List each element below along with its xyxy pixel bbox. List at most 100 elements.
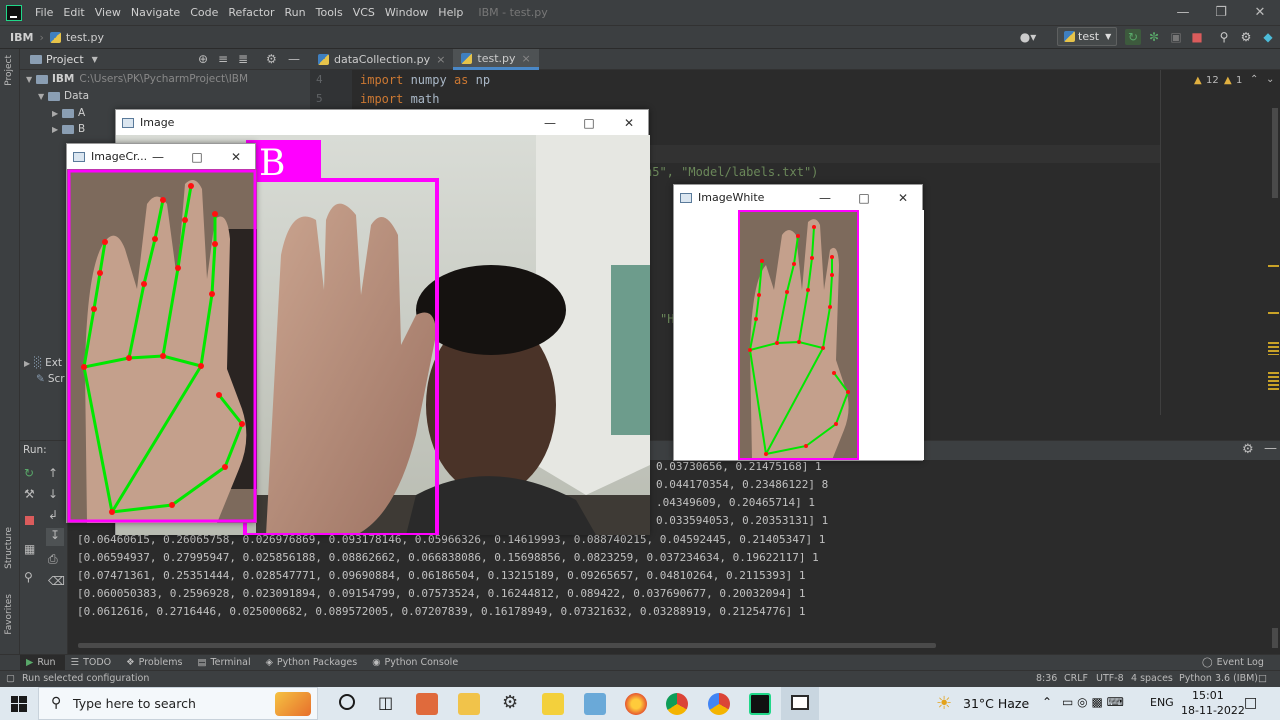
taskbar-search[interactable]: ⚲ Type here to search xyxy=(38,687,318,720)
minimize-icon[interactable]: — xyxy=(141,144,175,169)
run-config-select[interactable]: test ▼ xyxy=(1057,27,1117,46)
weather-text[interactable]: 31°C Haze xyxy=(963,696,1029,711)
up-arrow-icon[interactable]: ↑ xyxy=(48,466,58,480)
maximize-icon[interactable]: □ xyxy=(572,110,606,135)
tooltab-python-console[interactable]: ◉ Python Console xyxy=(366,657,467,668)
close-tab-icon[interactable]: × xyxy=(436,53,445,66)
hide-panel-icon[interactable]: — xyxy=(1264,441,1277,456)
tooltab-terminal[interactable]: ▤ Terminal xyxy=(191,657,259,668)
breadcrumb-file[interactable]: test.py xyxy=(66,31,104,44)
tree-item-scratches[interactable]: ✎ Scr xyxy=(36,371,65,387)
favorites-tool-tab[interactable]: Favorites xyxy=(4,594,14,635)
project-view-selector[interactable]: Project xyxy=(46,53,84,66)
menu-window[interactable]: Window xyxy=(380,6,433,19)
close-tab-icon[interactable]: × xyxy=(522,52,531,65)
warning-icon[interactable]: ▲ xyxy=(1194,75,1202,86)
gear-icon[interactable]: ⚙ xyxy=(266,52,277,66)
maximize-icon[interactable]: □ xyxy=(180,144,214,169)
image-window-titlebar[interactable]: Image — □ ✕ xyxy=(116,110,648,135)
menu-edit[interactable]: Edit xyxy=(58,6,89,19)
sticky-notes-icon[interactable] xyxy=(542,693,564,715)
trash-icon[interactable]: ⌫ xyxy=(48,574,65,588)
search-icon[interactable]: ⚲ xyxy=(1216,29,1232,45)
pin-icon[interactable]: ⚲ xyxy=(24,570,33,584)
minimize-icon[interactable]: — xyxy=(1163,0,1203,25)
tooltab-todo[interactable]: ☰ TODO xyxy=(65,657,121,668)
hide-panel-icon[interactable]: — xyxy=(288,52,300,66)
menu-navigate[interactable]: Navigate xyxy=(126,6,185,19)
coverage-icon[interactable]: ▣ xyxy=(1168,29,1184,45)
clock-time[interactable]: 15:01 xyxy=(1192,689,1224,702)
close-icon[interactable]: ✕ xyxy=(219,144,253,169)
debug-icon[interactable]: ✼ xyxy=(1146,29,1162,45)
active-app-highlight[interactable] xyxy=(781,687,819,720)
media-player-icon[interactable] xyxy=(416,693,438,715)
tab-datacollection[interactable]: dataCollection.py × xyxy=(310,49,453,70)
settings-gear-icon[interactable]: ⚙ xyxy=(1238,29,1254,45)
gear-icon[interactable]: ⚙ xyxy=(1242,442,1254,457)
chevron-up-icon[interactable]: ⌃ xyxy=(1042,695,1052,709)
firefox-icon[interactable] xyxy=(625,693,647,715)
chevron-down-icon[interactable]: ▼ xyxy=(92,55,98,64)
lock-icon[interactable]: □ xyxy=(1258,673,1267,684)
settings-gear-icon[interactable]: ⚙ xyxy=(502,692,518,713)
restore-icon[interactable]: ❐ xyxy=(1201,0,1241,25)
expand-all-icon[interactable]: ≡ xyxy=(218,52,228,66)
soft-wrap-icon[interactable]: ↲ xyxy=(48,508,58,522)
tooltab-python-packages[interactable]: ◈ Python Packages xyxy=(260,657,367,668)
tree-item-data[interactable]: ▼ Data xyxy=(38,88,89,104)
scroll-to-end-icon[interactable]: ↧ xyxy=(46,528,64,546)
image-white-window-titlebar[interactable]: ImageWhite — □ ✕ xyxy=(674,185,922,210)
editor-scrollbar[interactable] xyxy=(1272,108,1278,198)
rerun-icon[interactable]: ↻ xyxy=(1125,29,1141,45)
interpreter[interactable]: Python 3.6 (IBM) xyxy=(1179,673,1258,684)
close-icon[interactable]: ✕ xyxy=(1240,0,1280,25)
menu-run[interactable]: Run xyxy=(280,6,311,19)
maximize-icon[interactable]: □ xyxy=(847,185,881,210)
close-icon[interactable]: ✕ xyxy=(612,110,646,135)
panel-toggle-icon[interactable]: ▢ xyxy=(6,673,15,684)
weak-warning-icon[interactable]: ▲ xyxy=(1224,75,1232,86)
menu-vcs[interactable]: VCS xyxy=(348,6,380,19)
tree-item-b[interactable]: ▶ B xyxy=(52,121,85,137)
menu-file[interactable]: File xyxy=(30,6,58,19)
wrench-icon[interactable]: ⚒ xyxy=(24,487,35,501)
cortana-icon[interactable] xyxy=(339,694,355,710)
user-icon[interactable]: ●▾ xyxy=(1020,29,1037,45)
app-icon[interactable] xyxy=(584,693,606,715)
project-tool-tab[interactable]: Project xyxy=(4,55,14,86)
stop-icon[interactable] xyxy=(25,516,34,525)
console-hscrollbar[interactable] xyxy=(78,643,936,648)
clock-date[interactable]: 18-11-2022 xyxy=(1181,704,1245,717)
file-explorer-icon[interactable] xyxy=(458,693,480,715)
menu-tools[interactable]: Tools xyxy=(311,6,348,19)
indent-setting[interactable]: 4 spaces xyxy=(1131,673,1173,684)
line-separator[interactable]: CRLF xyxy=(1064,673,1088,684)
tree-item-external[interactable]: ▶ ░ Ext xyxy=(24,355,62,371)
minimize-icon[interactable]: — xyxy=(808,185,842,210)
file-encoding[interactable]: UTF-8 xyxy=(1096,673,1124,684)
tooltab-problems[interactable]: ❖ Problems xyxy=(120,657,191,668)
plugin-icon[interactable]: ◆ xyxy=(1260,29,1276,45)
tab-test[interactable]: test.py × xyxy=(453,49,539,70)
breadcrumb-project[interactable]: IBM xyxy=(0,31,39,44)
notification-icon[interactable]: □ xyxy=(1244,695,1257,711)
print-icon[interactable]: ⎙ xyxy=(48,552,58,567)
tooltab-event-log[interactable]: ◯ Event Log xyxy=(1196,657,1273,668)
tree-item-a[interactable]: ▶ A xyxy=(52,105,85,121)
pycharm-taskbar-icon[interactable] xyxy=(749,693,771,715)
windows-start-icon[interactable] xyxy=(11,696,27,712)
image-white-window[interactable]: ImageWhite — □ ✕ xyxy=(673,184,924,461)
language-indicator[interactable]: ENG xyxy=(1150,696,1174,709)
tooltab-run[interactable]: ▶ Run xyxy=(20,654,65,671)
structure-tool-tab[interactable]: Structure xyxy=(4,527,14,569)
chevron-up-icon[interactable]: ⌃ xyxy=(1250,74,1258,85)
menu-help[interactable]: Help xyxy=(433,6,468,19)
locate-icon[interactable]: ⊕ xyxy=(198,52,208,66)
tree-root[interactable]: ▼ IBM C:\Users\PK\PycharmProject\IBM xyxy=(26,71,248,87)
close-icon[interactable]: ✕ xyxy=(886,185,920,210)
image-crop-window[interactable]: ImageCr... — □ ✕ xyxy=(66,143,257,523)
layout-icon[interactable]: ▦ xyxy=(24,542,35,556)
menu-view[interactable]: View xyxy=(90,6,126,19)
image-crop-window-titlebar[interactable]: ImageCr... — □ ✕ xyxy=(67,144,255,169)
